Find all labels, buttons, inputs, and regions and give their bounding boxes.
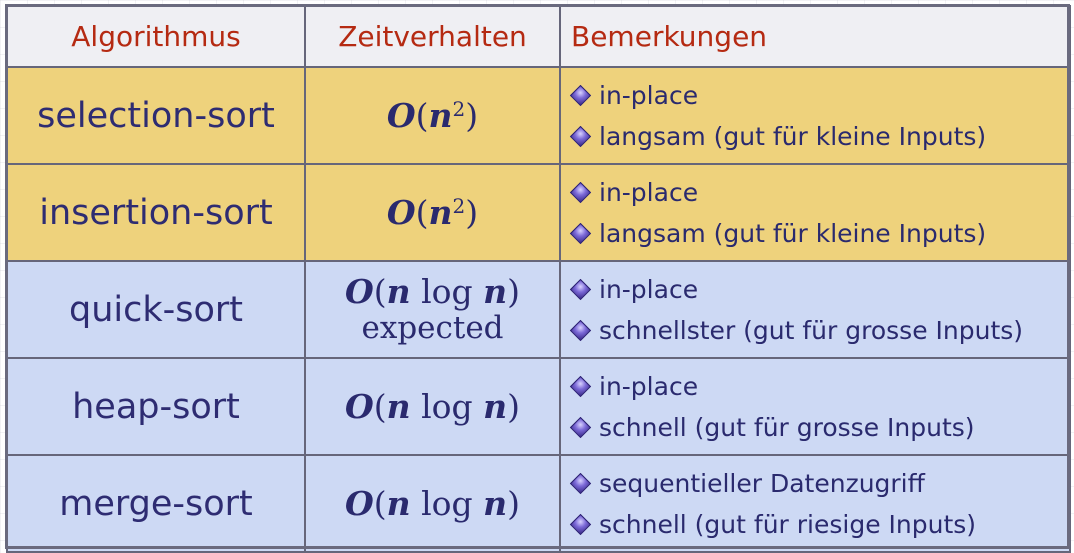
note-item: langsam (gut für kleine Inputs): [569, 116, 1069, 157]
diamond-bullet-icon: [569, 222, 592, 244]
note-text: in-place: [599, 274, 699, 304]
var-n: n: [428, 95, 453, 135]
paren-close: ): [465, 192, 479, 232]
diamond-bullet-icon: [569, 513, 592, 535]
note-item: in-place: [569, 366, 1069, 407]
note-text: in-place: [599, 371, 699, 401]
diamond-bullet-icon: [569, 472, 592, 494]
paren-open: (: [415, 95, 429, 135]
time-complexity: O(n log n) expected: [304, 260, 561, 359]
note-item: schnell (gut für grosse Inputs): [569, 407, 1069, 448]
notes-cell: in-place schnellster (gut für grosse Inp…: [559, 260, 1071, 359]
header-algorithm: Algorithmus: [6, 5, 306, 68]
exponent: 2: [452, 96, 466, 121]
note-text: langsam (gut für kleine Inputs): [599, 218, 987, 248]
time-complexity: O(n2): [304, 66, 561, 165]
var-n: n: [483, 271, 508, 311]
var-n: n: [483, 386, 508, 426]
note-text: schnellster (gut für grosse Inputs): [599, 315, 1024, 345]
big-o: O: [344, 386, 374, 426]
algorithm-name: insertion-sort: [6, 163, 306, 262]
time-complexity: O(n log n): [304, 357, 561, 456]
algorithm-name: heap-sort: [6, 357, 306, 456]
log: log: [410, 386, 484, 426]
note-text: in-place: [599, 80, 699, 110]
table-row-merge-sort: merge-sort O(n log n) sequentieller Date…: [6, 454, 1071, 553]
var-n: n: [386, 386, 411, 426]
notes-cell: in-place langsam (gut für kleine Inputs): [559, 163, 1071, 262]
var-n: n: [386, 271, 411, 311]
paren-close: ): [507, 386, 521, 426]
note-item: schnell (gut für riesige Inputs): [569, 504, 1069, 545]
notes-cell: in-place schnell (gut für grosse Inputs): [559, 357, 1071, 456]
table-row-selection-sort: selection-sort O(n2) in-place langsam (g…: [6, 66, 1071, 165]
var-n: n: [483, 483, 508, 523]
time-complexity: O(n log n): [304, 454, 561, 553]
note-item: in-place: [569, 172, 1069, 213]
var-n: n: [386, 483, 411, 523]
big-o: O: [386, 95, 416, 135]
complexity-qualifier: expected: [361, 309, 504, 346]
notes-cell: in-place langsam (gut für kleine Inputs): [559, 66, 1071, 165]
log: log: [410, 483, 484, 523]
table-row-insertion-sort: insertion-sort O(n2) in-place langsam (g…: [6, 163, 1071, 262]
note-text: langsam (gut für kleine Inputs): [599, 121, 987, 151]
algorithm-name: merge-sort: [6, 454, 306, 553]
note-text: schnell (gut für riesige Inputs): [599, 509, 977, 539]
diamond-bullet-icon: [569, 416, 592, 438]
paren-close: ): [507, 483, 521, 523]
note-text: sequentieller Datenzugriff: [599, 468, 925, 498]
exponent: 2: [452, 193, 466, 218]
paren-open: (: [373, 271, 387, 311]
diamond-bullet-icon: [569, 319, 592, 341]
diamond-bullet-icon: [569, 84, 592, 106]
paren-open: (: [415, 192, 429, 232]
algorithm-name: selection-sort: [6, 66, 306, 165]
var-n: n: [428, 192, 453, 232]
header-notes: Bemerkungen: [559, 5, 1071, 68]
big-o: O: [344, 483, 374, 523]
table-row-heap-sort: heap-sort O(n log n) in-place schnell (g…: [6, 357, 1071, 456]
paren-open: (: [373, 386, 387, 426]
paren-close: ): [465, 95, 479, 135]
sorting-algorithms-table: Algorithmus Zeitverhalten Bemerkungen se…: [6, 5, 1071, 553]
diamond-bullet-icon: [569, 181, 592, 203]
diamond-bullet-icon: [569, 375, 592, 397]
diamond-bullet-icon: [569, 125, 592, 147]
note-text: in-place: [599, 177, 699, 207]
note-item: langsam (gut für kleine Inputs): [569, 213, 1069, 254]
time-complexity: O(n2): [304, 163, 561, 262]
note-text: schnell (gut für grosse Inputs): [599, 412, 975, 442]
paren-close: ): [507, 271, 521, 311]
note-item: in-place: [569, 269, 1069, 310]
log: log: [410, 271, 484, 311]
diamond-bullet-icon: [569, 278, 592, 300]
notes-cell: sequentieller Datenzugriff schnell (gut …: [559, 454, 1071, 553]
note-item: sequentieller Datenzugriff: [569, 463, 1069, 504]
note-item: schnellster (gut für grosse Inputs): [569, 310, 1069, 351]
table-header-row: Algorithmus Zeitverhalten Bemerkungen: [6, 5, 1071, 68]
header-time-complexity: Zeitverhalten: [304, 5, 561, 68]
big-o: O: [344, 271, 374, 311]
big-o: O: [386, 192, 416, 232]
paren-open: (: [373, 483, 387, 523]
algorithm-name: quick-sort: [6, 260, 306, 359]
note-item: in-place: [569, 75, 1069, 116]
table-row-quick-sort: quick-sort O(n log n) expected in-place s…: [6, 260, 1071, 359]
